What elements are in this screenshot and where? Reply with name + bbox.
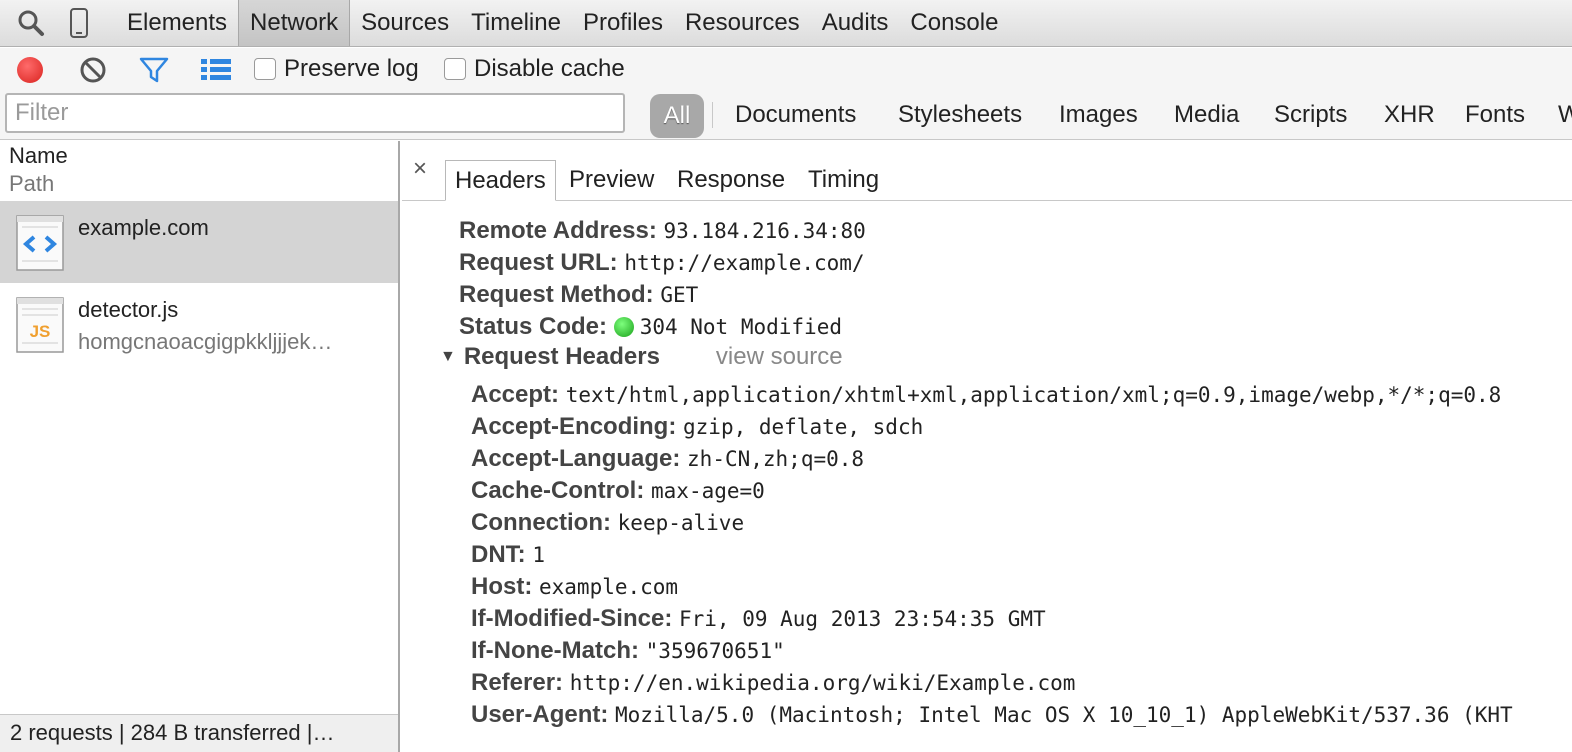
filter-documents[interactable]: Documents — [735, 101, 856, 129]
record-icon[interactable] — [17, 57, 43, 83]
header-if-modified-since: If-Modified-Since: Fri, 09 Aug 2013 23:5… — [471, 605, 1046, 632]
filter-xhr[interactable]: XHR — [1384, 101, 1435, 129]
details-tab-bar: × Headers Preview Response Timing — [402, 141, 1572, 201]
html-file-icon — [16, 215, 64, 277]
header-connection: Connection: keep-alive — [471, 509, 745, 536]
header-remote-address: Remote Address: 93.184.216.34:80 — [459, 217, 866, 244]
filter-media[interactable]: Media — [1174, 101, 1239, 129]
header-accept-language: Accept-Language: zh-CN,zh;q=0.8 — [471, 445, 865, 472]
network-toolbar: Preserve log Disable cache — [0, 48, 1572, 92]
tab-preview[interactable]: Preview — [560, 160, 663, 201]
header-host: Host: example.com — [471, 573, 679, 600]
device-mode-icon[interactable] — [68, 8, 90, 46]
preserve-log-checkbox[interactable] — [254, 58, 276, 80]
close-icon[interactable]: × — [413, 155, 427, 183]
panel-tabs: Elements Network Sources Timeline Profil… — [116, 0, 1009, 46]
tab-elements[interactable]: Elements — [116, 0, 238, 46]
filter-bar: All Documents Stylesheets Images Media S… — [0, 92, 1572, 140]
header-accept: Accept: text/html,application/xhtml+xml,… — [471, 381, 1502, 408]
filter-all-button[interactable]: All — [650, 94, 704, 138]
column-path: Path — [9, 171, 55, 196]
filter-websockets[interactable]: W — [1558, 101, 1572, 129]
request-name: example.com — [78, 215, 209, 240]
filter-divider — [712, 102, 713, 128]
tab-console[interactable]: Console — [899, 0, 1009, 46]
header-request-method: Request Method: GET — [459, 281, 699, 308]
devtools-tab-bar: Elements Network Sources Timeline Profil… — [0, 0, 1572, 47]
svg-text:JS: JS — [30, 322, 51, 341]
filter-stylesheets[interactable]: Stylesheets — [898, 101, 1022, 129]
list-view-icon[interactable] — [201, 58, 231, 88]
request-headers-section[interactable]: ▼ Request Headers view source — [440, 343, 843, 371]
tab-timing[interactable]: Timing — [799, 160, 888, 201]
network-summary: 2 requests | 284 B transferred |… — [0, 714, 398, 752]
tab-resources[interactable]: Resources — [674, 0, 811, 46]
header-accept-encoding: Accept-Encoding: gzip, deflate, sdch — [471, 413, 924, 440]
disable-cache-checkbox[interactable] — [444, 58, 466, 80]
header-cache-control: Cache-Control: max-age=0 — [471, 477, 765, 504]
request-row-detector[interactable]: JS detector.js homgcnaoacgigpkkljjjek… — [0, 283, 398, 365]
tab-timeline[interactable]: Timeline — [460, 0, 572, 46]
request-row-example[interactable]: example.com — [0, 201, 398, 283]
clear-icon[interactable] — [79, 56, 107, 90]
header-if-none-match: If-None-Match: "359670651" — [471, 637, 785, 664]
header-dnt: DNT: 1 — [471, 541, 545, 568]
tab-profiles[interactable]: Profiles — [572, 0, 674, 46]
tab-network[interactable]: Network — [238, 0, 351, 46]
filter-fonts[interactable]: Fonts — [1465, 101, 1525, 129]
header-request-url: Request URL: http://example.com/ — [459, 249, 865, 276]
tab-response[interactable]: Response — [668, 160, 794, 201]
disclosure-triangle-icon[interactable]: ▼ — [440, 348, 456, 366]
column-name: Name — [9, 143, 68, 168]
filter-icon[interactable] — [139, 56, 169, 90]
header-user-agent: User-Agent: Mozilla/5.0 (Macintosh; Inte… — [471, 701, 1513, 728]
filter-scripts[interactable]: Scripts — [1274, 101, 1347, 129]
status-ok-icon — [613, 317, 634, 337]
tab-audits[interactable]: Audits — [811, 0, 900, 46]
tab-sources[interactable]: Sources — [350, 0, 460, 46]
tab-headers[interactable]: Headers — [445, 160, 556, 201]
js-file-icon: JS — [16, 297, 64, 359]
header-referer: Referer: http://en.wikipedia.org/wiki/Ex… — [471, 669, 1076, 696]
request-details: × Headers Preview Response Timing Remote… — [402, 141, 1572, 752]
header-status-code: Status Code: 304 Not Modified — [459, 313, 842, 340]
view-source-link[interactable]: view source — [716, 343, 843, 370]
request-name: detector.js — [78, 297, 179, 322]
search-icon[interactable] — [16, 8, 46, 44]
request-list-header[interactable]: Name Path — [0, 141, 398, 201]
section-title: Request Headers — [463, 343, 660, 370]
disable-cache-label: Disable cache — [474, 55, 625, 82]
filter-input[interactable] — [5, 93, 625, 133]
preserve-log-label: Preserve log — [284, 55, 419, 82]
request-list: Name Path example.com JS detector.js hom… — [0, 141, 400, 752]
filter-images[interactable]: Images — [1059, 101, 1138, 129]
request-path: homgcnaoacgigpkkljjjek… — [78, 329, 333, 354]
